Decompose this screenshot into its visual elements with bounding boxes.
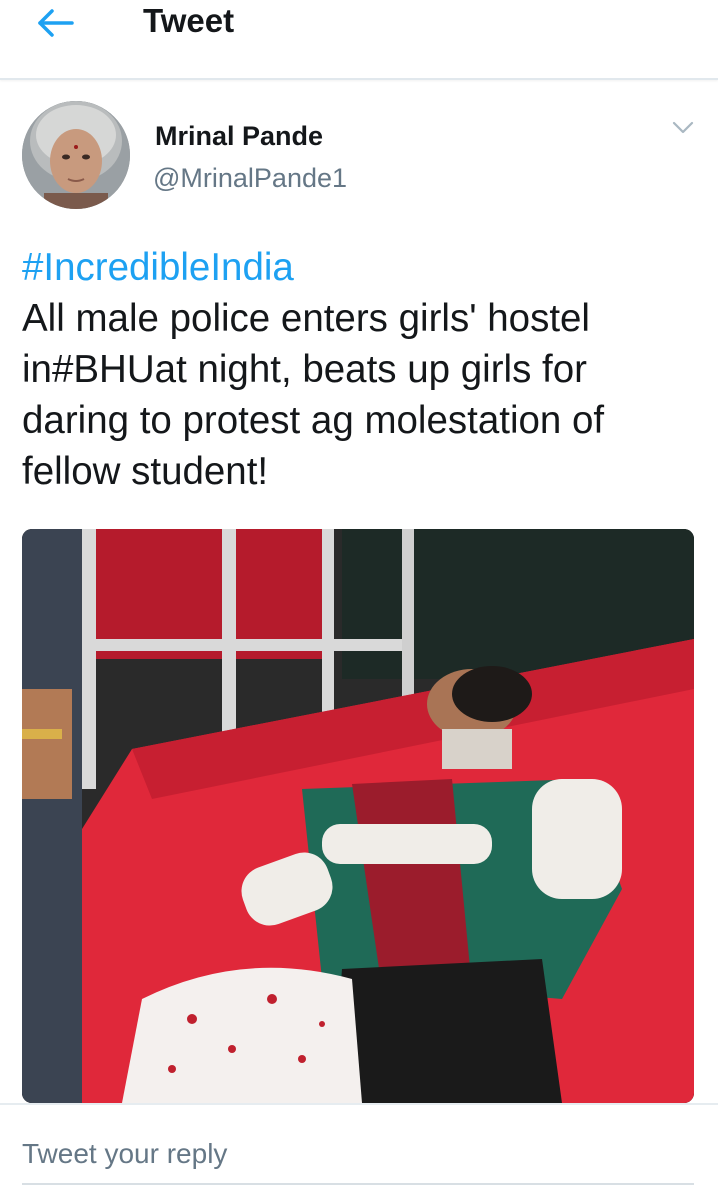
avatar[interactable] bbox=[22, 101, 130, 209]
avatar-photo bbox=[22, 101, 130, 209]
author-handle[interactable]: @MrinalPande1 bbox=[153, 162, 347, 194]
tweet-body: #IncredibleIndia All male police enters … bbox=[22, 242, 702, 497]
tweet-menu-button[interactable] bbox=[668, 116, 698, 140]
top-bar: Tweet bbox=[0, 0, 718, 80]
chevron-down-icon bbox=[672, 121, 694, 134]
reply-bar bbox=[0, 1103, 718, 1199]
back-button[interactable] bbox=[30, 6, 80, 40]
tweet-photo bbox=[22, 529, 694, 1103]
reply-input[interactable] bbox=[22, 1125, 694, 1185]
page-title: Tweet bbox=[143, 2, 235, 39]
tweet-text: All male police enters girls' hostel in#… bbox=[22, 297, 605, 493]
tweet-media[interactable] bbox=[22, 529, 694, 1103]
author-name[interactable]: Mrinal Pande bbox=[155, 120, 323, 152]
arrow-left-icon bbox=[38, 9, 74, 37]
hashtag-link[interactable]: #IncredibleIndia bbox=[22, 242, 702, 293]
